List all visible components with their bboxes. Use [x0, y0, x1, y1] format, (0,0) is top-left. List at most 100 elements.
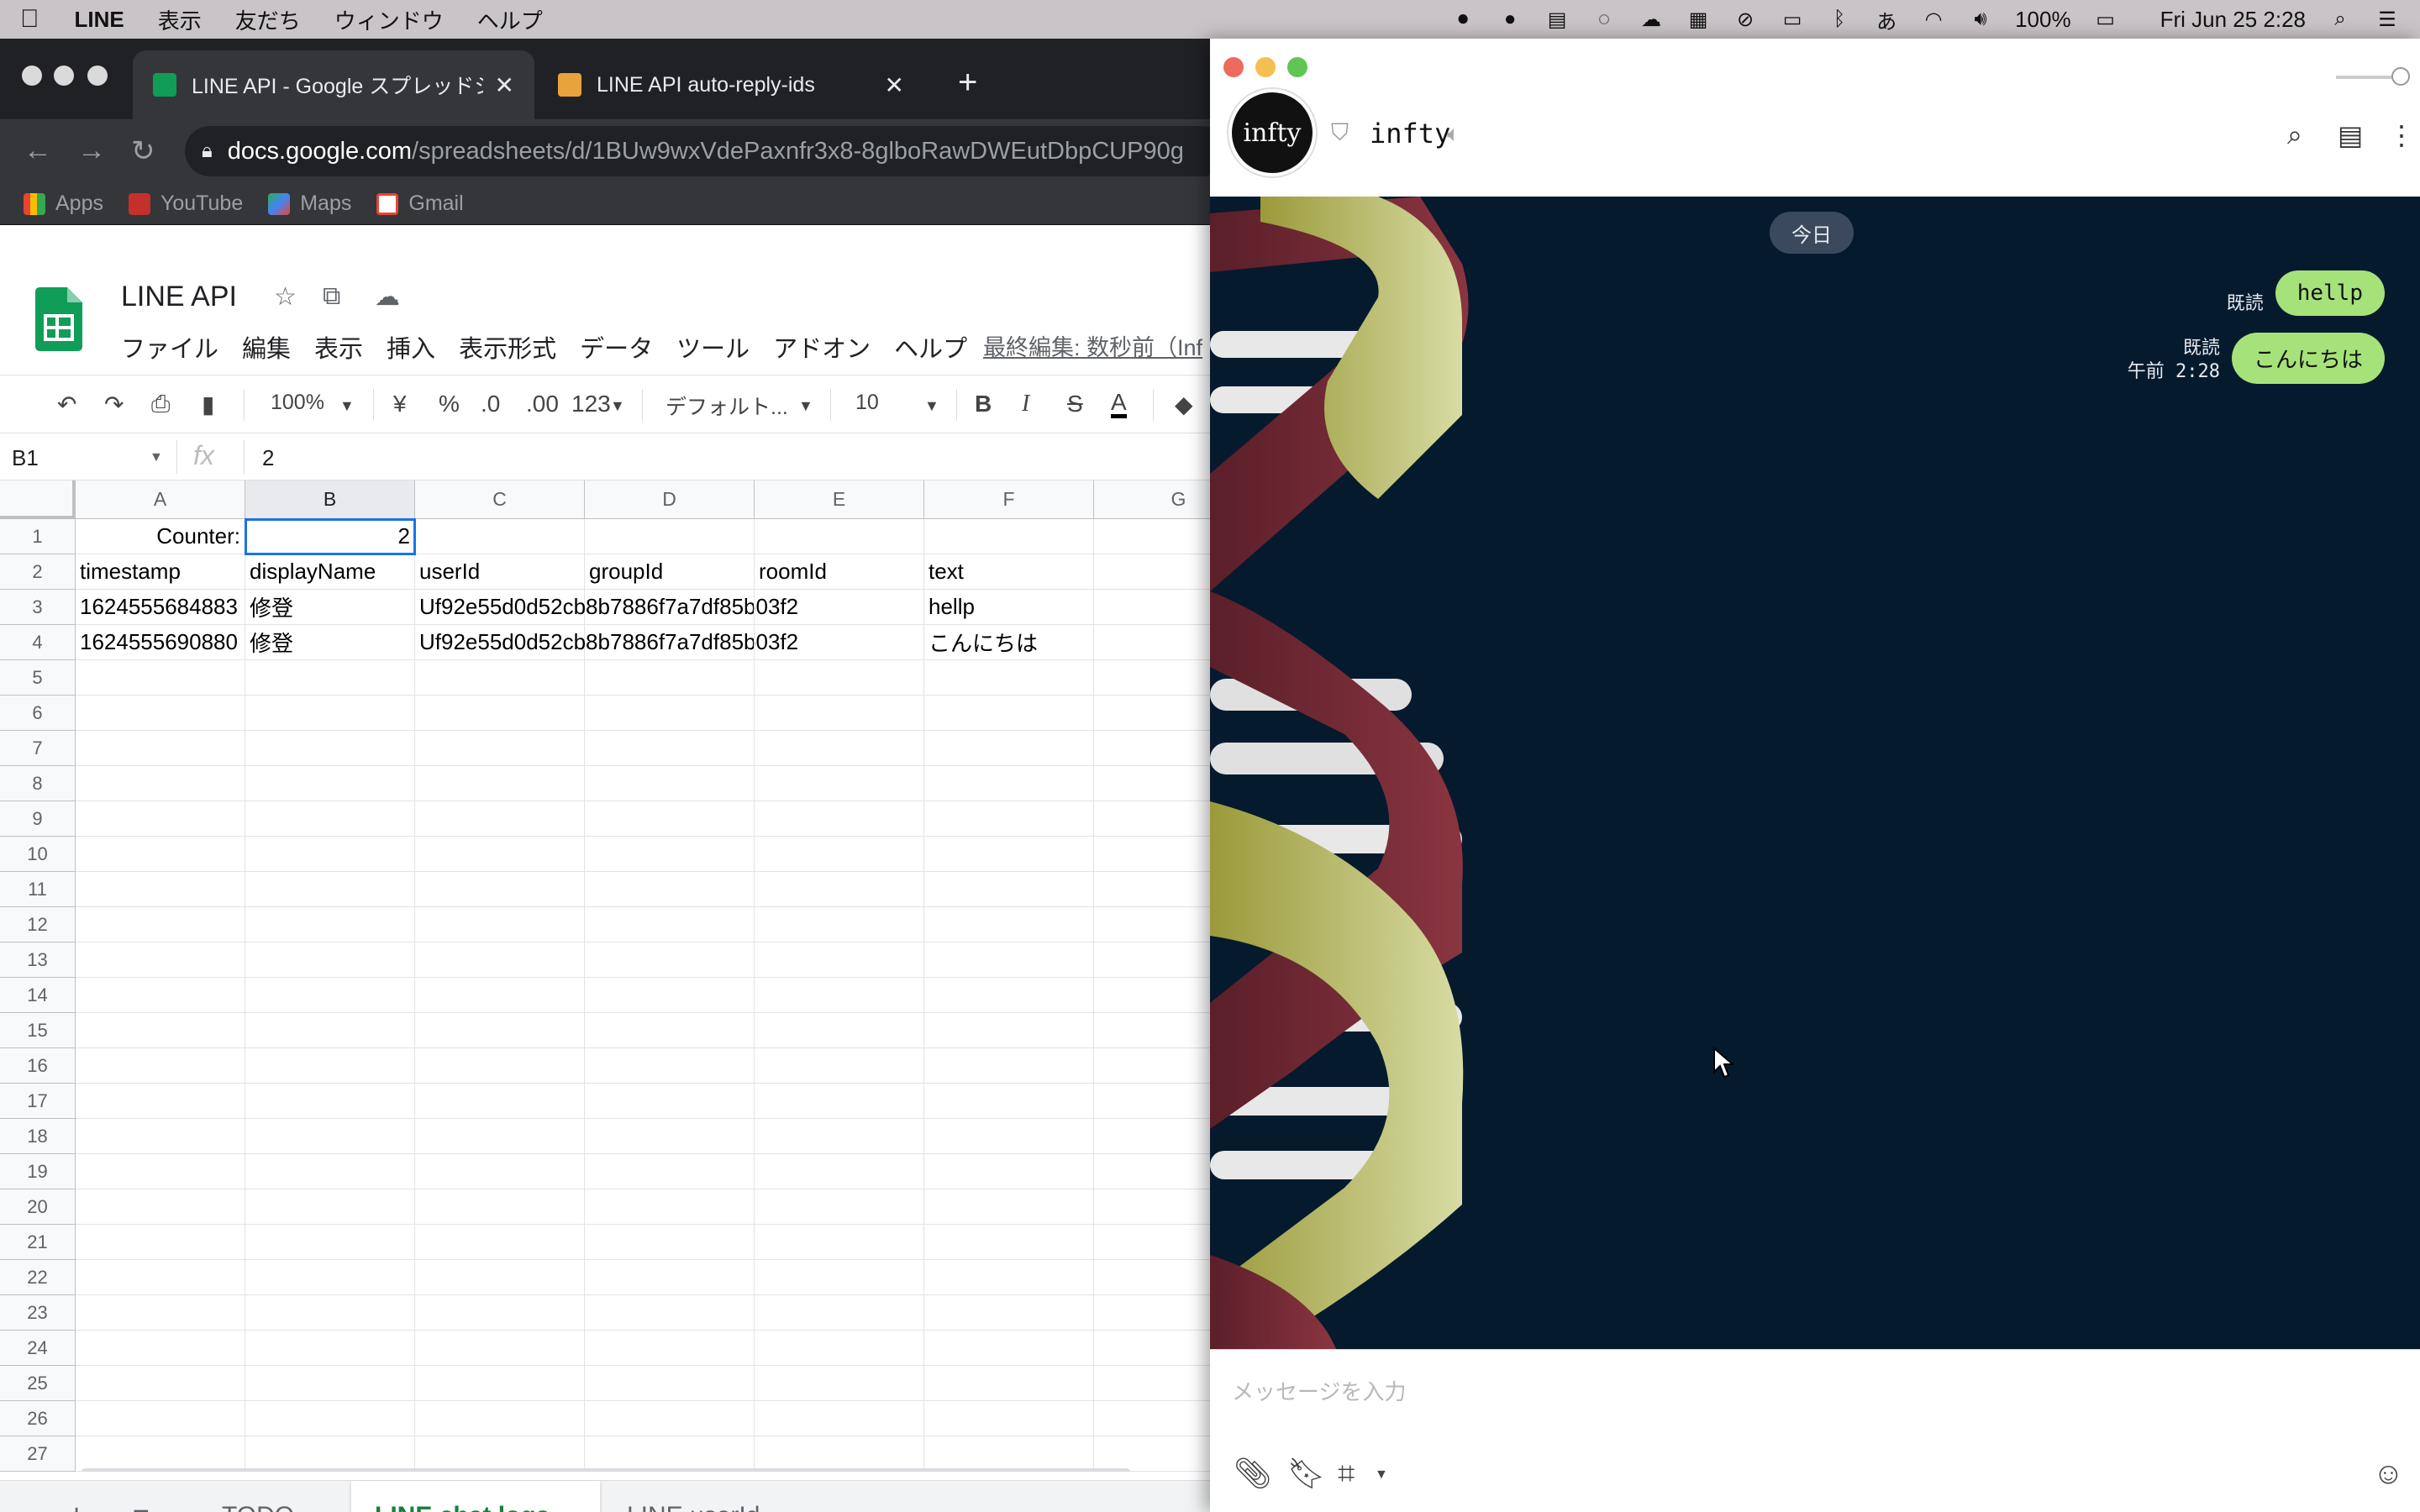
chevron-down-icon[interactable]: ▼ [610, 397, 625, 415]
cloud-status-icon[interactable]: ☁ [375, 282, 400, 312]
cell-F23[interactable] [924, 1295, 1094, 1331]
cell-D16[interactable] [585, 1048, 755, 1084]
cell-D5[interactable] [585, 660, 755, 696]
cell-E13[interactable] [755, 942, 924, 978]
screenshot-crop-icon[interactable]: ⌗ [1338, 1456, 1355, 1492]
cell-D26[interactable] [585, 1401, 755, 1436]
window-minimize-icon[interactable] [54, 66, 74, 86]
cell-D18[interactable] [585, 1119, 755, 1154]
cell-B25[interactable] [245, 1366, 415, 1401]
record-icon[interactable]: ⏺ [1450, 7, 1476, 32]
cell-A3[interactable]: 1624555684883 [76, 590, 245, 625]
cell-E18[interactable] [755, 1119, 924, 1154]
cell-B18[interactable] [245, 1119, 415, 1154]
cell-E27[interactable] [755, 1436, 924, 1472]
cell-F15[interactable] [924, 1013, 1094, 1048]
column-header[interactable]: G [1094, 480, 1210, 519]
cell-B19[interactable] [245, 1154, 415, 1189]
cell-E10[interactable] [755, 837, 924, 872]
cell-D21[interactable] [585, 1225, 755, 1260]
document-title[interactable]: LINE API [121, 281, 237, 313]
window-minimize-icon[interactable] [1255, 57, 1276, 77]
cell-F10[interactable] [924, 837, 1094, 872]
cell-E4[interactable] [755, 625, 924, 660]
menu-view[interactable]: 表示 [314, 329, 363, 365]
formula-input[interactable]: 2 [262, 445, 274, 471]
caret-down-icon[interactable]: ▼ [771, 1508, 786, 1512]
cell-D20[interactable] [585, 1189, 755, 1225]
undo-icon[interactable]: ↶ [57, 391, 76, 418]
cell-D6[interactable] [585, 696, 755, 731]
spotlight-search-icon[interactable]: ⌕ [2328, 7, 2353, 32]
row-header[interactable]: 14 [0, 978, 76, 1013]
volume-icon[interactable]: 🔊︎ [1968, 7, 1993, 32]
cell-E9[interactable] [755, 801, 924, 837]
cell-A17[interactable] [76, 1084, 245, 1119]
menu-view[interactable]: 表示 [158, 4, 202, 35]
cell-E2[interactable]: roomId [755, 554, 924, 590]
cell-C11[interactable] [415, 872, 585, 907]
row-header[interactable]: 7 [0, 731, 76, 766]
cell-C4[interactable]: Uf92e55d0d52cb8b7886f7a7df85b03f2 [415, 625, 798, 660]
cell-G8[interactable] [1094, 766, 1210, 801]
currency-format-button[interactable]: ¥ [393, 391, 407, 417]
cell-C16[interactable] [415, 1048, 585, 1084]
sheet-tab-line-chat-logs[interactable]: LINE chat logs ▼ [351, 1481, 601, 1512]
message-bubble[interactable]: こんにちは [2231, 333, 2385, 384]
cell-C14[interactable] [415, 978, 585, 1013]
row-header[interactable]: 5 [0, 660, 76, 696]
name-box[interactable]: B1 [12, 445, 39, 471]
cell-B1[interactable]: 2 [245, 519, 415, 554]
cell-D27[interactable] [585, 1436, 755, 1472]
cell-D2[interactable]: groupId [585, 554, 755, 590]
chevron-down-icon[interactable]: ▼ [1375, 1467, 1388, 1483]
window-zoom-icon[interactable] [1287, 57, 1307, 77]
grid-icon[interactable]: ▦ [1686, 7, 1711, 32]
cell-A5[interactable] [76, 660, 245, 696]
italic-icon[interactable]: I [1022, 391, 1029, 417]
cell-C9[interactable] [415, 801, 585, 837]
cell-F11[interactable] [924, 872, 1094, 907]
menu-help[interactable]: ヘルプ [894, 329, 967, 365]
bookmark-youtube[interactable]: YouTube [128, 192, 243, 216]
percent-format-button[interactable]: % [439, 391, 460, 417]
cell-A25[interactable] [76, 1366, 245, 1401]
row-header[interactable]: 6 [0, 696, 76, 731]
cell-E5[interactable] [755, 660, 924, 696]
cell-C22[interactable] [415, 1260, 585, 1295]
opacity-slider[interactable] [2336, 67, 2410, 86]
tab-close-icon[interactable]: ✕ [495, 71, 514, 99]
cell-B8[interactable] [245, 766, 415, 801]
redo-icon[interactable]: ↷ [104, 391, 124, 418]
cell-D10[interactable] [585, 837, 755, 872]
cell-D8[interactable] [585, 766, 755, 801]
cell-E24[interactable] [755, 1331, 924, 1366]
cell-F14[interactable] [924, 978, 1094, 1013]
cell-D3[interactable] [585, 590, 755, 625]
cell-C19[interactable] [415, 1154, 585, 1189]
cell-A7[interactable] [76, 731, 245, 766]
cell-G20[interactable] [1094, 1189, 1210, 1225]
cell-F21[interactable] [924, 1225, 1094, 1260]
menu-tools[interactable]: ツール [676, 329, 750, 365]
cell-E16[interactable] [755, 1048, 924, 1084]
row-header[interactable]: 9 [0, 801, 76, 837]
cell-F3[interactable]: hellp [924, 590, 1094, 625]
cell-A16[interactable] [76, 1048, 245, 1084]
cell-A21[interactable] [76, 1225, 245, 1260]
all-sheets-icon[interactable]: ≡ [133, 1481, 150, 1512]
cell-G2[interactable] [1094, 554, 1210, 590]
cell-G21[interactable] [1094, 1225, 1210, 1260]
menu-friends[interactable]: 友だち [235, 4, 301, 35]
cell-A14[interactable] [76, 978, 245, 1013]
sheets-logo-icon[interactable] [35, 287, 82, 351]
chevron-down-icon[interactable]: ▼ [150, 450, 163, 465]
row-header[interactable]: 11 [0, 872, 76, 907]
cell-F1[interactable] [924, 519, 1094, 554]
reload-icon[interactable]: ↻ [131, 134, 155, 168]
cell-F4[interactable]: こんにちは [924, 625, 1094, 660]
strikethrough-icon[interactable]: S [1067, 391, 1083, 417]
cell-B7[interactable] [245, 731, 415, 766]
cell-C2[interactable]: userId [415, 554, 585, 590]
cell-D15[interactable] [585, 1013, 755, 1048]
